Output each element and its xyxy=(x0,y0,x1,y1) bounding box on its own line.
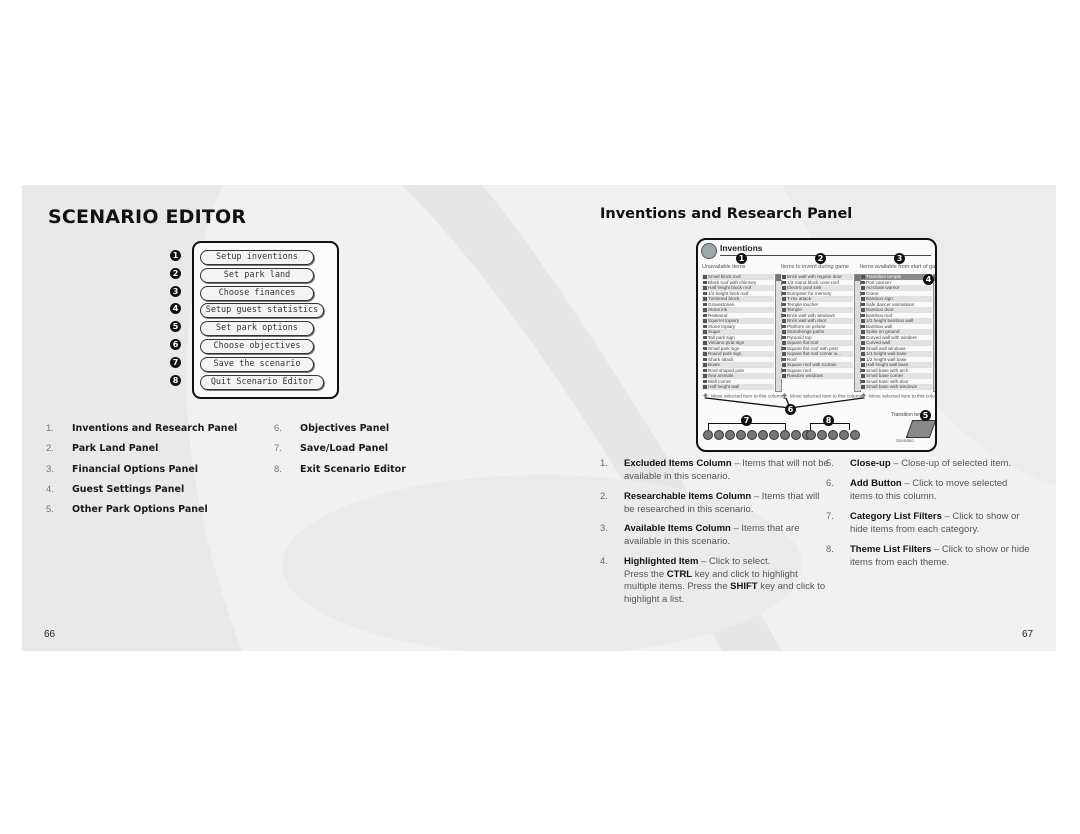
description-term: Available Items Column xyxy=(624,523,731,534)
callout-8: 8 xyxy=(823,415,834,426)
description-number: 2. xyxy=(600,491,608,502)
category-filter-icon[interactable] xyxy=(791,430,801,440)
category-filter-icon[interactable] xyxy=(780,430,790,440)
description-text: – Click to select. xyxy=(698,556,771,567)
category-filter-icon[interactable] xyxy=(703,430,713,440)
legend-label: Financial Options Panel xyxy=(72,463,199,475)
page-title: SCENARIO EDITOR xyxy=(48,206,247,228)
key-name: SHIFT xyxy=(730,581,758,592)
legend-number: 7. xyxy=(274,443,282,455)
description-body: Excluded Items Column – Items that will … xyxy=(624,458,830,483)
legend-number: 4. xyxy=(46,483,54,495)
description-body: Add Button – Click to move selected item… xyxy=(850,478,1032,503)
key-name: CTRL xyxy=(666,568,693,580)
section-title: Inventions and Research Panel xyxy=(600,206,853,222)
callout-3: 3 xyxy=(170,285,181,297)
description-body: Highlighted Item – Click to select. Press… xyxy=(624,556,830,606)
callout-2: 2 xyxy=(170,267,181,279)
description-number: 3. xyxy=(600,523,608,534)
category-filter-icon[interactable] xyxy=(769,430,779,440)
description-body: Researchable Items Column – Items that w… xyxy=(624,491,830,516)
category-filter-icon[interactable] xyxy=(714,430,724,440)
category-filter-icon[interactable] xyxy=(758,430,768,440)
page-number-right: 67 xyxy=(1022,629,1034,640)
manual-spread: SCENARIO EDITOR Inventions and Research … xyxy=(22,185,1056,651)
page-number-left: 66 xyxy=(44,629,56,640)
description-term: Add Button xyxy=(850,478,902,489)
description-number: 4. xyxy=(600,556,608,567)
legend-label: Inventions and Research Panel xyxy=(72,423,238,434)
legend-label: Guest Settings Panel xyxy=(72,483,185,495)
callout-1: 1 xyxy=(170,250,181,261)
description-body: Theme List Filters – Click to show or hi… xyxy=(850,544,1032,569)
description-term: Category List Filters xyxy=(850,511,942,522)
callout-line xyxy=(789,397,864,409)
legend-label: Park Land Panel xyxy=(72,443,159,455)
legend-number: 2. xyxy=(46,443,54,455)
description-body: Available Items Column – Items that are … xyxy=(624,523,830,548)
legend-number: 3. xyxy=(46,463,54,475)
description-number: 5. xyxy=(826,458,834,469)
menu-button-6[interactable]: Choose objectives xyxy=(200,339,314,354)
description-term: Researchable Items Column xyxy=(624,491,752,502)
description-term: Theme List Filters xyxy=(850,544,932,555)
theme-filter-icon[interactable] xyxy=(806,430,816,440)
category-filter-icon[interactable] xyxy=(736,430,746,440)
theme-filter-icon[interactable] xyxy=(817,430,827,440)
callout-line xyxy=(705,397,791,409)
menu-button-4[interactable]: Setup guest statistics xyxy=(200,303,324,319)
legend-number: 1. xyxy=(46,423,54,434)
legend-label: Objectives Panel xyxy=(300,423,390,434)
menu-button-8[interactable]: Quit Scenario Editor xyxy=(200,374,324,390)
category-filter-icon[interactable] xyxy=(725,430,735,440)
menu-button-7[interactable]: Save the scenario xyxy=(200,356,314,372)
legend-number: 8. xyxy=(274,463,282,475)
category-filter-icon[interactable] xyxy=(747,430,757,440)
description-number: 7. xyxy=(826,511,834,522)
callout-6: 6 xyxy=(170,339,181,350)
menu-button-3[interactable]: Choose finances xyxy=(200,285,314,301)
theme-filter-icon[interactable] xyxy=(850,430,860,440)
description-body: Category List Filters – Click to show or… xyxy=(850,511,1032,536)
theme-filter-icon[interactable] xyxy=(839,430,849,440)
description-term: Highlighted Item xyxy=(624,556,699,567)
description-body: Close-up – Close-up of selected item. xyxy=(850,458,1032,471)
callout-lines xyxy=(705,397,864,409)
legend-number: 5. xyxy=(46,504,54,516)
legend-label: Exit Scenario Editor xyxy=(300,463,406,475)
category-filter-row xyxy=(703,430,812,440)
menu-button-2[interactable]: Set park land xyxy=(200,267,314,283)
callout-7: 7 xyxy=(741,415,752,426)
legend-label: Save/Load Panel xyxy=(300,443,389,455)
description-number: 8. xyxy=(826,544,834,555)
scenario-editor-menu-panel: Setup inventions Set park land Choose fina… xyxy=(192,241,339,399)
callout-8: 8 xyxy=(170,374,181,386)
theme-filter-icon[interactable] xyxy=(828,430,838,440)
legend-number: 6. xyxy=(274,423,282,434)
description-text: Press the xyxy=(624,568,667,580)
menu-button-5[interactable]: Set park options xyxy=(200,321,314,337)
inventions-panel: Inventions Transition temple Scenario Un… xyxy=(696,238,937,452)
description-term: Close-up xyxy=(850,458,891,469)
theme-filter-row xyxy=(806,430,860,440)
description-term: Excluded Items Column xyxy=(624,458,732,469)
menu-button-1[interactable]: Setup inventions xyxy=(200,250,314,265)
callout-5: 5 xyxy=(920,410,931,421)
legend-label: Other Park Options Panel xyxy=(72,504,208,516)
description-number: 6. xyxy=(826,478,834,489)
description-text: – Close-up of selected item. xyxy=(890,458,1012,469)
description-number: 1. xyxy=(600,458,608,469)
callout-7: 7 xyxy=(170,356,181,368)
callout-6: 6 xyxy=(785,404,796,415)
